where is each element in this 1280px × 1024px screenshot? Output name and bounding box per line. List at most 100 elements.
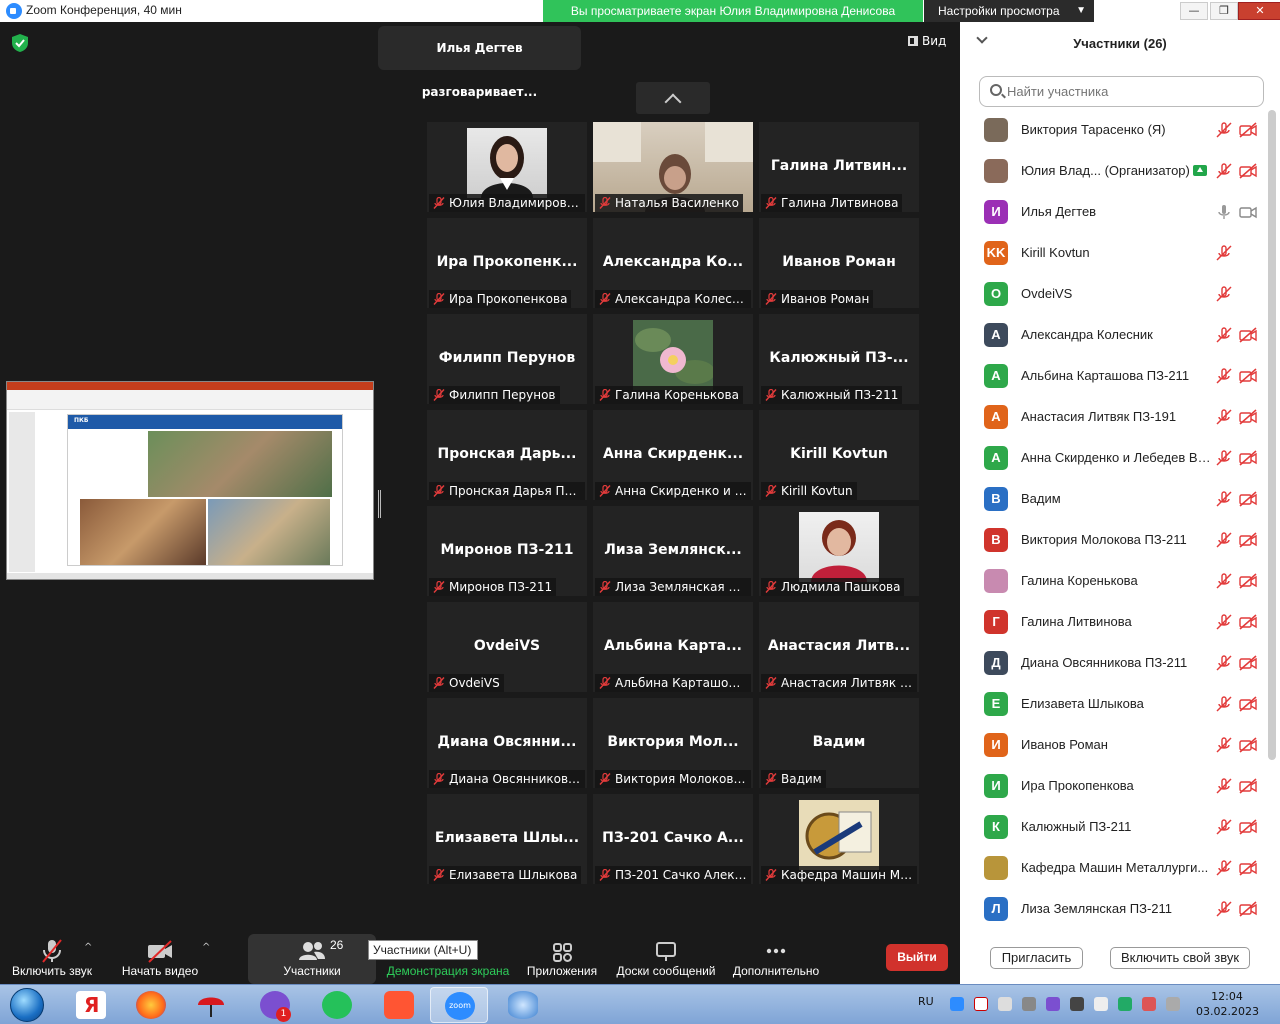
participant-row[interactable]: Галина Коренькова <box>960 561 1268 602</box>
mic-muted-icon[interactable] <box>1216 163 1232 179</box>
tray-viber-icon[interactable] <box>1046 997 1060 1011</box>
video-tile[interactable]: Анастасия Литв... Анастасия Литвяк ПЗ... <box>759 602 919 692</box>
tray-zoom-icon[interactable] <box>950 997 964 1011</box>
tray-power-icon[interactable] <box>1166 997 1180 1011</box>
system-clock[interactable]: 12:04 03.02.2023 <box>1196 989 1259 1019</box>
participant-row[interactable]: Г Галина Литвинова <box>960 602 1268 643</box>
video-tile[interactable]: OvdeiVS OvdeiVS <box>427 602 587 692</box>
participant-row[interactable]: И Иванов Роман <box>960 725 1268 766</box>
video-tile[interactable]: Лиза Землянск... Лиза Землянская ПЗ... <box>593 506 753 596</box>
video-off-icon[interactable] <box>1239 901 1257 917</box>
whiteboards-button[interactable]: Доски сообщений <box>612 934 720 984</box>
mic-muted-icon[interactable] <box>1216 573 1232 589</box>
taskbar-firefox[interactable] <box>122 987 180 1023</box>
tray-sync-icon[interactable] <box>998 997 1012 1011</box>
participants-button[interactable]: 26 Участники <box>248 934 376 984</box>
video-tile[interactable]: Вадим Вадим <box>759 698 919 788</box>
participant-row[interactable]: И Ира Прокопенкова <box>960 766 1268 807</box>
start-button[interactable] <box>2 986 50 1024</box>
mic-muted-icon[interactable] <box>1216 819 1232 835</box>
video-tile[interactable]: Пронская Дарь... Пронская Дарья ПЗ-... <box>427 410 587 500</box>
mic-muted-icon[interactable] <box>1216 327 1232 343</box>
video-off-icon[interactable] <box>1239 532 1257 548</box>
taskbar-disk[interactable] <box>494 987 552 1023</box>
mic-muted-icon[interactable] <box>1216 368 1232 384</box>
participant-row[interactable]: Юлия Влад... (Организатор) <box>960 151 1268 192</box>
shared-screen-thumbnail[interactable]: ПКБ <box>6 381 374 580</box>
participant-row[interactable]: А Анна Скирденко и Лебедев Ви... <box>960 438 1268 479</box>
video-off-icon[interactable] <box>1239 327 1257 343</box>
video-tile[interactable]: Kirill Kovtun Kirill Kovtun <box>759 410 919 500</box>
video-icon[interactable] <box>1239 204 1257 220</box>
language-indicator[interactable]: RU <box>918 995 934 1008</box>
participant-row[interactable]: Д Диана Овсянникова ПЗ-211 <box>960 643 1268 684</box>
participant-row[interactable]: Виктория Тарасенко (Я) <box>960 110 1268 151</box>
mic-muted-icon[interactable] <box>1216 450 1232 466</box>
participant-row[interactable]: А Анастасия Литвяк ПЗ-191 <box>960 397 1268 438</box>
leave-button[interactable]: Выйти <box>886 944 948 971</box>
mic-muted-icon[interactable] <box>1216 614 1232 630</box>
participant-row[interactable]: В Виктория Молокова ПЗ-211 <box>960 520 1268 561</box>
minimize-button[interactable]: — <box>1180 2 1208 20</box>
video-off-icon[interactable] <box>1239 450 1257 466</box>
video-options-caret-icon[interactable]: ^ <box>202 942 210 953</box>
video-tile[interactable]: Альбина Карта... Альбина Карташова... <box>593 602 753 692</box>
tray-usb-icon[interactable] <box>1070 997 1084 1011</box>
video-off-icon[interactable] <box>1239 696 1257 712</box>
video-tile[interactable]: Александра Ко... Александра Колесник <box>593 218 753 308</box>
tray-app-icon[interactable] <box>1022 997 1036 1011</box>
tray-flag-icon[interactable] <box>1142 997 1156 1011</box>
mic-muted-icon[interactable] <box>1216 409 1232 425</box>
video-tile[interactable]: Диана Овсянни... Диана Овсянникова ... <box>427 698 587 788</box>
participant-row[interactable]: Е Елизавета Шлыкова <box>960 684 1268 725</box>
video-tile[interactable]: Галина Коренькова <box>593 314 753 404</box>
taskbar-zoom[interactable]: zoom <box>430 987 488 1023</box>
security-shield-icon[interactable] <box>12 34 28 52</box>
participant-search-input[interactable] <box>979 76 1264 107</box>
mic-muted-icon[interactable] <box>1216 286 1232 302</box>
video-tile[interactable]: Галина Литвин... Галина Литвинова <box>759 122 919 212</box>
start-video-button[interactable]: Начать видео <box>120 934 200 984</box>
video-tile[interactable]: Миронов ПЗ-211 Миронов ПЗ-211 <box>427 506 587 596</box>
close-button[interactable]: ✕ <box>1238 2 1280 20</box>
video-tile[interactable]: Кафедра Машин Ме... <box>759 794 919 884</box>
split-divider-handle[interactable] <box>378 490 381 518</box>
view-button[interactable]: Вид <box>908 34 946 48</box>
restore-button[interactable]: ❐ <box>1210 2 1238 20</box>
apps-button[interactable]: Приложения <box>522 934 602 984</box>
mic-muted-icon[interactable] <box>1216 778 1232 794</box>
video-off-icon[interactable] <box>1239 409 1257 425</box>
video-off-icon[interactable] <box>1239 368 1257 384</box>
video-tile[interactable]: ПЗ-201 Сачко А... ПЗ-201 Сачко Алекс... <box>593 794 753 884</box>
participant-row[interactable]: Л Лиза Землянская ПЗ-211 <box>960 889 1268 930</box>
video-tile[interactable]: Филипп Перунов Филипп Перунов <box>427 314 587 404</box>
video-tile[interactable]: Анна Скирденк... Анна Скирденко и Л... <box>593 410 753 500</box>
mic-muted-icon[interactable] <box>1216 655 1232 671</box>
participant-row[interactable]: KK Kirill Kovtun <box>960 233 1268 274</box>
taskbar-whatsapp[interactable] <box>308 987 366 1023</box>
tray-volume-icon[interactable] <box>1094 997 1108 1011</box>
video-off-icon[interactable] <box>1239 573 1257 589</box>
mic-muted-icon[interactable] <box>1216 245 1232 261</box>
participant-row[interactable]: В Вадим <box>960 479 1268 520</box>
video-tile[interactable]: Наталья Василенко <box>593 122 753 212</box>
taskbar-yandex-browser[interactable]: Я <box>62 987 120 1023</box>
unmute-self-button[interactable]: Включить свой звук <box>1110 947 1250 969</box>
participant-row[interactable]: И Илья Дегтев <box>960 192 1268 233</box>
video-off-icon[interactable] <box>1239 655 1257 671</box>
mic-muted-icon[interactable] <box>1216 901 1232 917</box>
participant-list-scrollbar[interactable] <box>1268 110 1276 760</box>
participant-row[interactable]: К Калюжный ПЗ-211 <box>960 807 1268 848</box>
mic-muted-icon[interactable] <box>1216 737 1232 753</box>
collapse-gallery-button[interactable] <box>636 82 710 114</box>
video-off-icon[interactable] <box>1239 122 1257 138</box>
video-tile[interactable]: Юлия Владимировна... <box>427 122 587 212</box>
video-tile[interactable]: Калюжный ПЗ-... Калюжный ПЗ-211 <box>759 314 919 404</box>
invite-button[interactable]: Пригласить <box>990 947 1083 969</box>
video-off-icon[interactable] <box>1239 491 1257 507</box>
video-tile[interactable]: Иванов Роман Иванов Роман <box>759 218 919 308</box>
audio-options-caret-icon[interactable]: ^ <box>84 942 92 953</box>
mic-muted-icon[interactable] <box>1216 696 1232 712</box>
mic-muted-icon[interactable] <box>1216 491 1232 507</box>
mic-muted-icon[interactable] <box>1216 122 1232 138</box>
